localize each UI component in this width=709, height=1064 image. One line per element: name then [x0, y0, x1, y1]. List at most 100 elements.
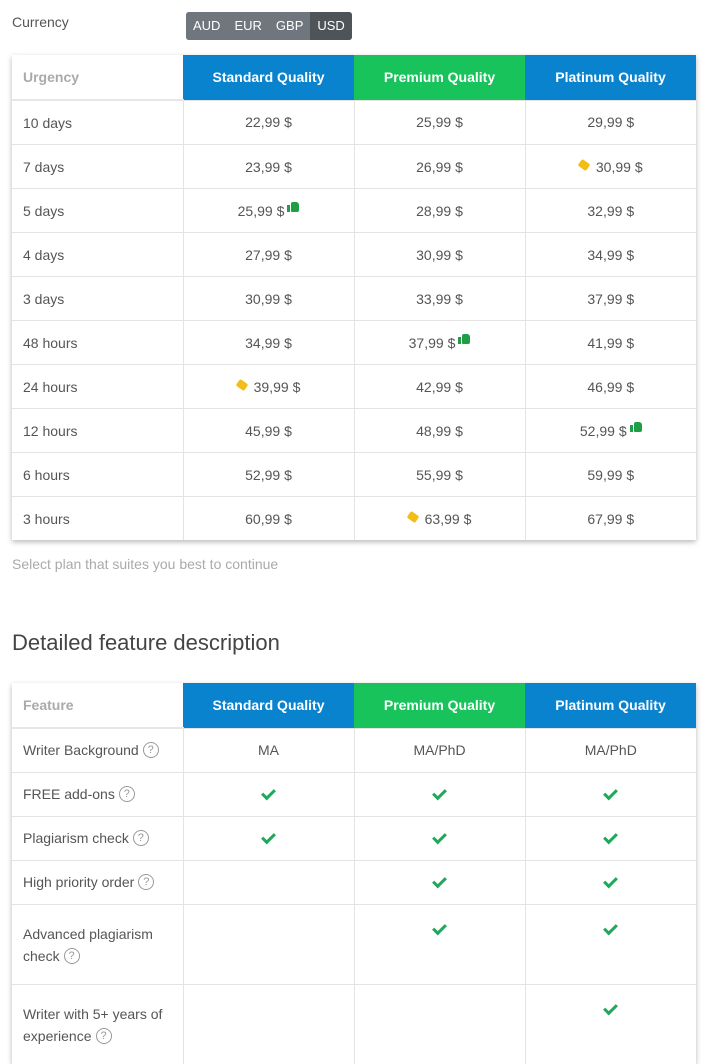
price-cell[interactable]: 25,99 $ — [354, 100, 525, 145]
price-cell[interactable]: 48,99 $ — [354, 409, 525, 453]
help-icon[interactable]: ? — [138, 874, 154, 890]
feature-row: Writer with 5+ years of experience? — [12, 985, 696, 1064]
price-cell[interactable]: 30,99 $ — [525, 145, 696, 189]
price-value: 52,99 $ — [245, 467, 292, 483]
feature-name: Advanced plagiarism check — [23, 926, 153, 964]
price-cell[interactable]: 45,99 $ — [183, 409, 354, 453]
price-cell[interactable]: 32,99 $ — [525, 189, 696, 233]
urgency-label: 4 days — [12, 233, 183, 277]
thumbs-up-icon — [630, 421, 642, 432]
urgency-label: 12 hours — [12, 409, 183, 453]
check-icon — [432, 873, 447, 888]
price-cell[interactable]: 63,99 $ — [354, 497, 525, 541]
plan-selection-hint: Select plan that suites you best to cont… — [12, 556, 278, 572]
price-cell[interactable]: 33,99 $ — [354, 277, 525, 321]
price-cell[interactable]: 30,99 $ — [183, 277, 354, 321]
check-icon — [603, 873, 618, 888]
help-icon[interactable]: ? — [64, 948, 80, 964]
feature-value-cell — [525, 905, 696, 985]
pricing-row: 4 days 27,99 $ 30,99 $ 34,99 $ — [12, 233, 696, 277]
price-cell[interactable]: 46,99 $ — [525, 365, 696, 409]
feature-value-cell — [183, 985, 354, 1064]
pricing-row: 6 hours 52,99 $ 55,99 $ 59,99 $ — [12, 453, 696, 497]
premium-quality-header[interactable]: Premium Quality — [354, 683, 525, 728]
price-cell[interactable]: 26,99 $ — [354, 145, 525, 189]
price-value: 67,99 $ — [587, 511, 634, 527]
price-cell[interactable]: 34,99 $ — [183, 321, 354, 365]
price-value: 46,99 $ — [587, 379, 634, 395]
platinum-quality-header[interactable]: Platinum Quality — [525, 683, 696, 728]
price-cell[interactable]: 23,99 $ — [183, 145, 354, 189]
price-cell[interactable]: 52,99 $ — [183, 453, 354, 497]
currency-button-usd[interactable]: USD — [310, 12, 351, 40]
price-cell[interactable]: 52,99 $ — [525, 409, 696, 453]
feature-row: Advanced plagiarism check? — [12, 905, 696, 985]
price-cell[interactable]: 25,99 $ — [183, 189, 354, 233]
feature-value-cell — [354, 861, 525, 905]
price-value: 30,99 $ — [416, 247, 463, 263]
feature-name: FREE add-ons — [23, 786, 115, 802]
feature-table: Feature Standard Quality Premium Quality… — [12, 683, 696, 1064]
feature-name-cell: Plagiarism check? — [12, 817, 183, 861]
currency-selector: Currency AUD EUR GBP USD — [12, 10, 412, 42]
price-cell[interactable]: 55,99 $ — [354, 453, 525, 497]
currency-button-aud[interactable]: AUD — [186, 12, 227, 40]
price-cell[interactable]: 37,99 $ — [354, 321, 525, 365]
price-cell[interactable]: 27,99 $ — [183, 233, 354, 277]
price-value: 30,99 $ — [596, 159, 643, 175]
feature-value: MA/PhD — [413, 742, 465, 758]
currency-label: Currency — [12, 14, 69, 30]
price-value: 33,99 $ — [416, 291, 463, 307]
price-cell[interactable]: 41,99 $ — [525, 321, 696, 365]
price-value: 41,99 $ — [587, 335, 634, 351]
check-icon — [603, 1001, 618, 1016]
price-cell[interactable]: 22,99 $ — [183, 100, 354, 145]
standard-quality-header[interactable]: Standard Quality — [183, 55, 354, 100]
price-cell[interactable]: 67,99 $ — [525, 497, 696, 541]
price-cell[interactable]: 30,99 $ — [354, 233, 525, 277]
price-value: 63,99 $ — [425, 511, 472, 527]
price-value: 23,99 $ — [245, 159, 292, 175]
price-cell[interactable]: 59,99 $ — [525, 453, 696, 497]
help-icon[interactable]: ? — [133, 830, 149, 846]
feature-value-cell: MA — [183, 728, 354, 773]
feature-value-cell — [183, 817, 354, 861]
price-value: 25,99 $ — [416, 114, 463, 130]
platinum-quality-header[interactable]: Platinum Quality — [525, 55, 696, 100]
pricing-row: 5 days 25,99 $ 28,99 $ 32,99 $ — [12, 189, 696, 233]
price-cell[interactable]: 42,99 $ — [354, 365, 525, 409]
price-cell[interactable]: 28,99 $ — [354, 189, 525, 233]
feature-row: Writer Background? MA MA/PhD MA/PhD — [12, 728, 696, 773]
feature-row: FREE add-ons? — [12, 773, 696, 817]
feature-value-cell: MA/PhD — [525, 728, 696, 773]
pricing-row: 24 hours 39,99 $ 42,99 $ 46,99 $ — [12, 365, 696, 409]
pricing-row: 3 hours 60,99 $ 63,99 $ 67,99 $ — [12, 497, 696, 541]
price-value: 60,99 $ — [245, 511, 292, 527]
standard-quality-header[interactable]: Standard Quality — [183, 683, 354, 728]
price-cell[interactable]: 37,99 $ — [525, 277, 696, 321]
help-icon[interactable]: ? — [143, 742, 159, 758]
urgency-header: Urgency — [12, 55, 183, 100]
price-cell[interactable]: 29,99 $ — [525, 100, 696, 145]
price-cell[interactable]: 60,99 $ — [183, 497, 354, 541]
price-tag-icon — [235, 378, 248, 390]
help-icon[interactable]: ? — [119, 786, 135, 802]
price-value: 26,99 $ — [416, 159, 463, 175]
price-value: 39,99 $ — [254, 379, 301, 395]
help-icon[interactable]: ? — [96, 1028, 112, 1044]
price-value: 52,99 $ — [580, 423, 627, 439]
currency-button-gbp[interactable]: GBP — [269, 12, 310, 40]
pricing-row: 3 days 30,99 $ 33,99 $ 37,99 $ — [12, 277, 696, 321]
price-value: 29,99 $ — [587, 114, 634, 130]
check-icon — [603, 921, 618, 936]
price-cell[interactable]: 34,99 $ — [525, 233, 696, 277]
price-cell[interactable]: 39,99 $ — [183, 365, 354, 409]
feature-name: High priority order — [23, 874, 134, 890]
feature-row: High priority order? — [12, 861, 696, 905]
feature-header: Feature — [12, 683, 183, 728]
urgency-label: 24 hours — [12, 365, 183, 409]
feature-row: Plagiarism check? — [12, 817, 696, 861]
thumbs-up-icon — [458, 333, 470, 344]
premium-quality-header[interactable]: Premium Quality — [354, 55, 525, 100]
currency-button-eur[interactable]: EUR — [227, 12, 268, 40]
